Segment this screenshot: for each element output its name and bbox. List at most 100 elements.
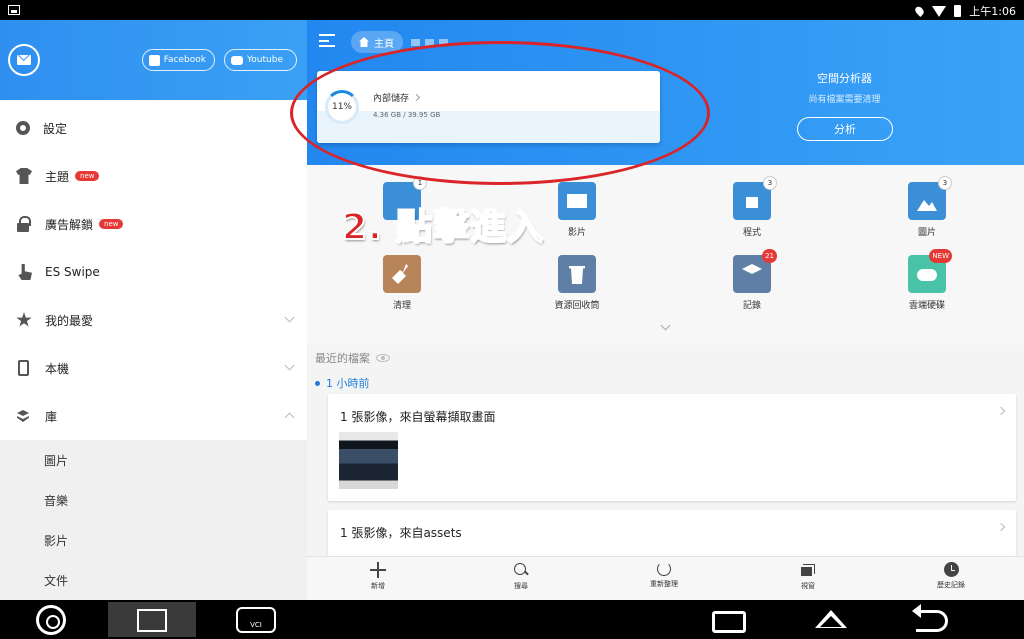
sidebar-item-label: 本機 — [45, 361, 70, 376]
sidebar-item-label: 廣告解鎖 — [45, 217, 94, 232]
refresh-label: 重新整理 — [650, 580, 678, 588]
bottom-toolbar: 新增 搜尋 重新整理 視窗 歷史記錄 — [307, 556, 1024, 600]
youtube-icon — [231, 55, 243, 65]
category-label: 程式 — [742, 228, 761, 238]
library-submenu: 圖片 音樂 影片 文件 — [0, 440, 307, 600]
cloud-icon: NEW — [908, 249, 952, 293]
search-button[interactable]: 搜尋 — [476, 562, 566, 591]
time-group-label: 1 小時前 — [315, 375, 370, 391]
library-item-videos[interactable]: 影片 — [0, 520, 307, 560]
library-item-images[interactable]: 圖片 — [0, 440, 307, 480]
star-icon — [16, 312, 32, 327]
recent-card-screenshots[interactable]: 1 張影像，來自螢幕擷取畫面 — [328, 394, 1016, 501]
refresh-icon — [657, 562, 671, 576]
sidebar-drawer: Facebook Youtube 設定 主題 new 廣告解鎖 new ES S… — [0, 20, 307, 600]
category-images[interactable]: 3 圖片 — [867, 176, 987, 238]
sidebar-item-favorites[interactable]: 我的最愛 — [0, 296, 307, 344]
trash-icon — [558, 255, 596, 293]
sidebar-item-local[interactable]: 本機 — [0, 344, 307, 392]
new-button[interactable]: 新增 — [333, 562, 423, 591]
chevron-down-icon[interactable] — [284, 312, 295, 323]
refresh-button[interactable]: 重新整理 — [619, 562, 709, 589]
category-grid: 1 影片 3 程式 3 圖片 清理 資源回收筒 21 記錄 NEW 雲端硬碟 — [307, 165, 1024, 345]
sidebar-menu: 設定 主題 new 廣告解鎖 new ES Swipe 我的最愛 本機 庫 圖片… — [0, 104, 307, 600]
search-label: 搜尋 — [514, 582, 528, 590]
category-label: 影片 — [567, 228, 586, 238]
video-icon — [558, 182, 596, 220]
library-item-documents[interactable]: 文件 — [0, 560, 307, 600]
analyzer-title: 空間分析器 — [817, 72, 872, 85]
new-badge: new — [99, 219, 124, 229]
library-item-music[interactable]: 音樂 — [0, 480, 307, 520]
facebook-button[interactable]: Facebook — [142, 49, 215, 71]
recent-card-title: 1 張影像，來自螢幕擷取畫面 — [340, 410, 496, 424]
back-button[interactable] — [912, 604, 948, 632]
sidebar-item-label: 主題 — [45, 169, 70, 184]
home-icon — [359, 37, 369, 47]
recent-apps-button[interactable] — [712, 611, 746, 633]
sidebar-item-themes[interactable]: 主題 new — [0, 152, 307, 200]
facebook-label: Facebook — [163, 55, 206, 65]
vci-app-icon[interactable]: VCI — [236, 607, 276, 633]
chevron-down-icon[interactable] — [284, 360, 295, 371]
sidebar-item-es-swipe[interactable]: ES Swipe — [0, 248, 307, 296]
breadcrumb-label: 主頁 — [374, 38, 394, 50]
category-cloud-drive[interactable]: NEW 雲端硬碟 — [867, 249, 987, 311]
category-label: 記錄 — [742, 301, 761, 311]
recent-files-title: 最近的檔案 — [315, 352, 370, 365]
mail-icon[interactable] — [8, 44, 40, 76]
history-label: 歷史記錄 — [937, 581, 965, 589]
system-nav-bar: VCI — [0, 600, 1024, 639]
shirt-icon — [16, 168, 32, 184]
youtube-label: Youtube — [247, 55, 283, 65]
sidebar-item-ad-unlock[interactable]: 廣告解鎖 new — [0, 200, 307, 248]
category-cleaner[interactable]: 清理 — [342, 255, 462, 311]
image-icon: 3 — [908, 176, 952, 220]
chrome-app-icon[interactable] — [36, 605, 66, 635]
sidebar-item-settings[interactable]: 設定 — [0, 104, 307, 152]
sidebar-item-label: 庫 — [45, 409, 58, 424]
screenshot-notification-icon — [8, 5, 20, 15]
eye-icon[interactable] — [376, 354, 390, 362]
category-recycle-bin[interactable]: 資源回收筒 — [517, 255, 637, 311]
history-button[interactable]: 歷史記錄 — [906, 562, 996, 590]
category-apps[interactable]: 3 程式 — [692, 176, 812, 238]
recent-files-header: 最近的檔案 — [315, 350, 390, 366]
gallery-app-icon[interactable] — [108, 602, 196, 637]
count-badge: 21 — [762, 249, 777, 263]
new-label: 新增 — [371, 582, 385, 590]
count-badge: 3 — [763, 176, 777, 190]
layers-icon — [16, 408, 32, 424]
sidebar-item-label: 設定 — [43, 121, 68, 136]
menu-icon[interactable] — [319, 34, 335, 47]
gear-icon — [16, 121, 30, 135]
search-icon — [513, 562, 529, 578]
sidebar-item-label: ES Swipe — [45, 265, 100, 279]
category-label: 圖片 — [917, 228, 936, 238]
location-icon — [913, 5, 926, 17]
timeline-dot — [315, 380, 320, 386]
screenshot-thumbnail[interactable] — [339, 432, 398, 489]
phone-icon — [18, 360, 29, 376]
sidebar-item-library[interactable]: 庫 — [0, 392, 307, 440]
analyzer-subtitle: 尚有檔案需要清理 — [808, 95, 881, 105]
sidebar-item-label: 我的最愛 — [45, 313, 94, 328]
chevron-right-icon — [996, 406, 1006, 416]
chevron-down-icon[interactable] — [660, 320, 671, 331]
windows-icon — [800, 562, 816, 578]
category-logs[interactable]: 21 記錄 — [692, 249, 812, 311]
instruction-annotation: 2. 點擊進入 — [341, 206, 545, 249]
chevron-up-icon[interactable] — [284, 412, 295, 423]
windows-button[interactable]: 視窗 — [763, 562, 853, 591]
battery-icon — [954, 5, 962, 17]
recent-card-assets[interactable]: 1 張影像，來自assets — [328, 510, 1016, 556]
highlight-ellipse — [290, 41, 710, 185]
youtube-button[interactable]: Youtube — [224, 49, 297, 71]
lock-icon — [16, 216, 32, 232]
swipe-hand-icon — [18, 264, 32, 280]
plus-icon — [370, 562, 386, 578]
broom-icon — [383, 255, 421, 293]
category-label: 資源回收筒 — [554, 301, 600, 311]
status-icons: 上午1:06 — [913, 3, 1016, 19]
analyze-button[interactable]: 分析 — [797, 117, 893, 141]
